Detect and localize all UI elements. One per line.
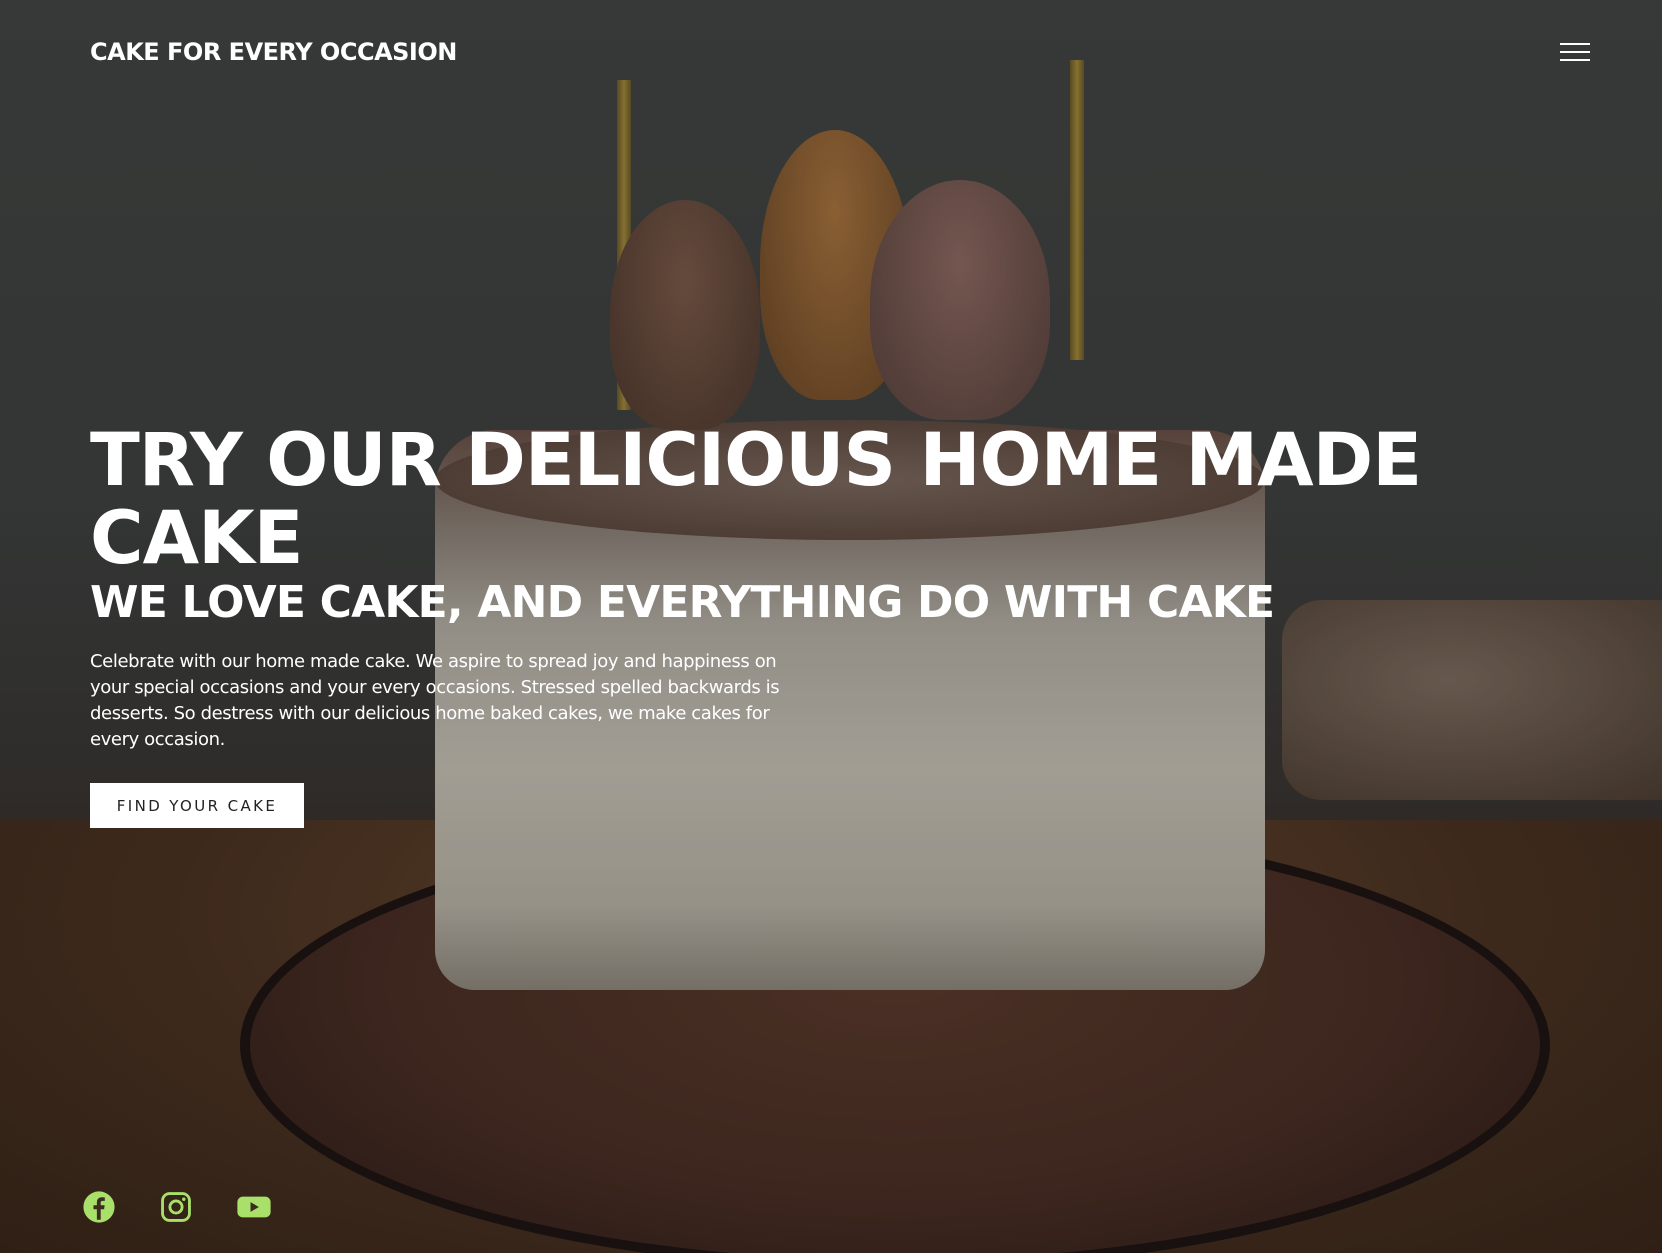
- hamburger-menu-icon[interactable]: [1560, 40, 1592, 66]
- hero-section: TRY OUR DELICIOUS HOME MADE CAKE WE LOVE…: [90, 422, 1530, 828]
- facebook-icon[interactable]: [82, 1190, 116, 1224]
- site-logo-text[interactable]: CAKE FOR EVERY OCCASION: [90, 38, 457, 66]
- find-your-cake-button[interactable]: FIND YOUR CAKE: [90, 783, 304, 828]
- social-links: [82, 1190, 271, 1224]
- instagram-icon[interactable]: [159, 1190, 193, 1224]
- hero-title: TRY OUR DELICIOUS HOME MADE CAKE: [90, 418, 1422, 581]
- youtube-icon[interactable]: [236, 1190, 271, 1224]
- hero-subtitle: WE LOVE CAKE, AND EVERYTHING DO WITH CAK…: [90, 577, 1275, 628]
- hero-description: Celebrate with our home made cake. We as…: [90, 651, 780, 750]
